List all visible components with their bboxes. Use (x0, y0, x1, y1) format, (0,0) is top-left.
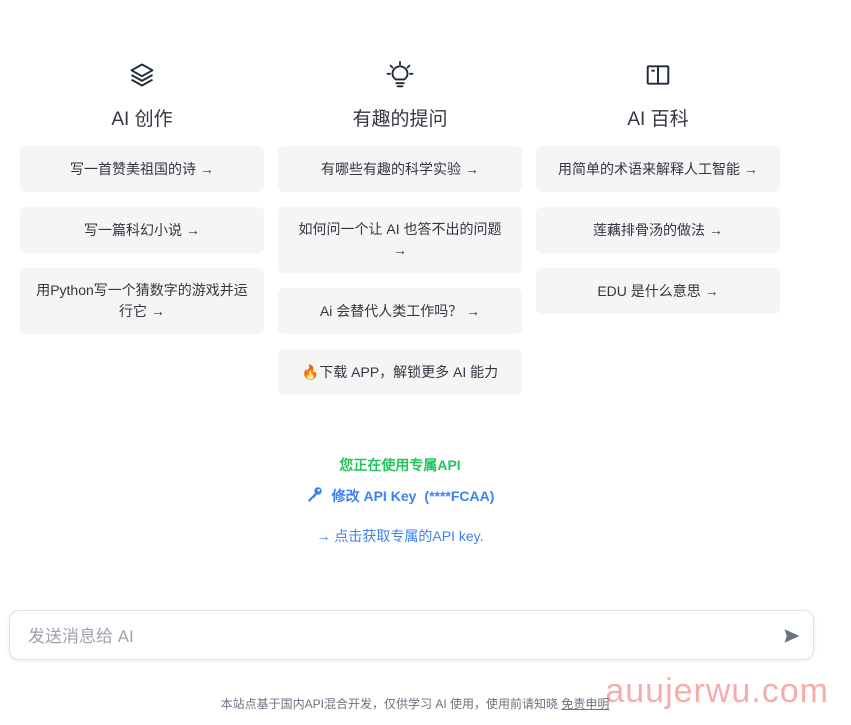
column-title: 有趣的提问 (352, 109, 448, 130)
column-interesting-questions: 有趣的提问 有哪些有趣的科学实验 → 如何问一个让 AI 也答不出的问题 → A… (278, 60, 522, 410)
column-title: AI 百科 (627, 109, 689, 130)
column-ai-encyclopedia: AI 百科 用简单的术语来解释人工智能 → 莲藕排骨汤的做法 → EDU 是什么… (536, 60, 780, 410)
edit-api-key-label: 修改 API Key (331, 487, 417, 504)
suggestion-card[interactable]: 用简单的术语来解释人工智能 → (536, 146, 780, 192)
book-icon (643, 60, 673, 90)
download-app-card[interactable]: 🔥下载 APP，解锁更多 AI 能力 (278, 349, 522, 395)
edit-api-key-button[interactable]: 修改 API Key (****FCAA) (306, 485, 495, 506)
watermark: auujerwu.com (605, 672, 829, 710)
suggestion-card[interactable]: 如何问一个让 AI 也答不出的问题 → (278, 207, 522, 273)
suggestion-card[interactable]: 莲藕排骨汤的做法 → (536, 207, 780, 253)
get-api-key-link[interactable]: → 点击获取专属的API key. (0, 526, 800, 546)
message-composer (9, 610, 814, 660)
disclaimer-link[interactable]: 免责申明 (561, 697, 609, 711)
column-title: AI 创作 (111, 109, 173, 130)
suggestion-columns: AI 创作 写一首赞美祖国的诗 → 写一篇科幻小说 → 用Python写一个猜数… (20, 60, 780, 410)
api-status-text: 您正在使用专属API (339, 457, 461, 473)
lightbulb-icon (385, 60, 415, 90)
column-ai-creation: AI 创作 写一首赞美祖国的诗 → 写一篇科幻小说 → 用Python写一个猜数… (20, 60, 264, 410)
api-key-masked: (****FCAA) (424, 487, 495, 504)
suggestion-card[interactable]: EDU 是什么意思 → (536, 268, 780, 314)
suggestion-card[interactable]: Ai 会替代人类工作吗？ → (278, 288, 522, 334)
suggestion-card[interactable]: 写一首赞美祖国的诗 → (20, 146, 264, 192)
footer-text: 本站点基于国内API混合开发，仅供学习 AI 使用，使用前请知晓 (220, 697, 558, 711)
layers-icon (127, 60, 157, 90)
suggestion-card[interactable]: 有哪些有趣的科学实验 → (278, 146, 522, 192)
key-icon (306, 485, 324, 506)
suggestion-card[interactable]: 用Python写一个猜数字的游戏并运行它 → (20, 268, 264, 334)
suggestion-card[interactable]: 写一篇科幻小说 → (20, 207, 264, 253)
send-icon[interactable] (783, 627, 801, 645)
api-info: 您正在使用专属API 修改 API Key (****FCAA) → 点击获取专… (0, 455, 800, 546)
message-input[interactable] (26, 623, 770, 651)
